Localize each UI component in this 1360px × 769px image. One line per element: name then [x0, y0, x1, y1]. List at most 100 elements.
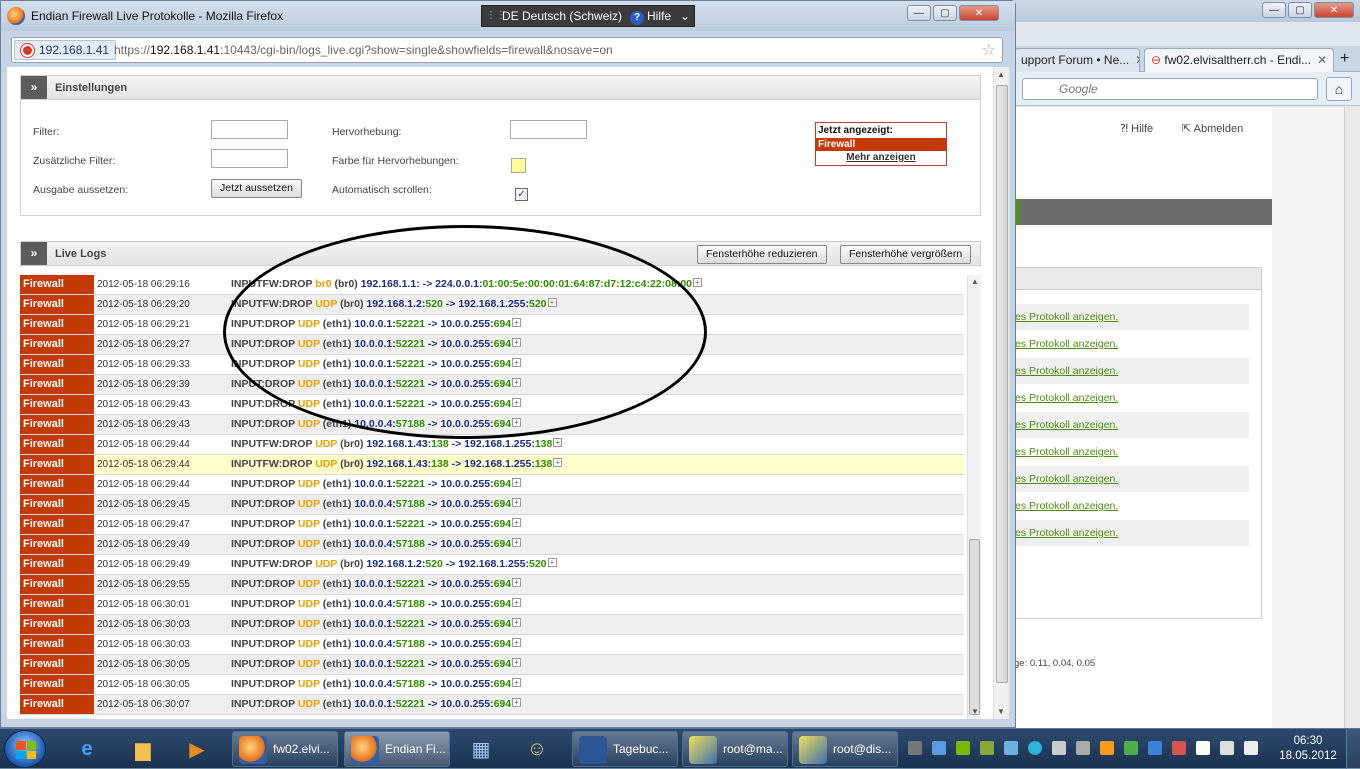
protocol-link[interactable]: es Protokoll anzeigen.	[1011, 520, 1249, 546]
tray-app-icon[interactable]	[1028, 741, 1042, 755]
clock[interactable]: 06:30 18.05.2012	[1275, 734, 1341, 764]
extra-filter-input[interactable]	[211, 149, 288, 168]
site-identity-button[interactable]: 192.168.1.41	[14, 40, 117, 60]
new-tab-icon[interactable]: +	[1340, 50, 1349, 68]
reduce-height-button[interactable]: Fensterhöhe reduzieren	[697, 245, 827, 264]
chevron-down-icon[interactable]: ⌄	[680, 9, 690, 23]
minimize-button[interactable]: —	[907, 5, 931, 21]
action-center-icon[interactable]	[1196, 741, 1210, 755]
scroll-down-icon[interactable]: ▼	[971, 707, 979, 716]
steam-icon[interactable]	[908, 741, 922, 755]
protocol-link[interactable]: es Protokoll anzeigen.	[1011, 304, 1249, 330]
maximize-button[interactable]: ▢	[1288, 2, 1312, 18]
expand-icon[interactable]: +	[547, 558, 557, 567]
background-scrollbar[interactable]	[1344, 107, 1360, 728]
protocol-link[interactable]: es Protokoll anzeigen.	[1011, 493, 1249, 519]
expand-icon[interactable]: +	[512, 638, 522, 647]
update-icon[interactable]	[1124, 741, 1138, 755]
expand-icon[interactable]: +	[693, 278, 702, 287]
scroll-up-icon[interactable]: ▲	[997, 70, 1005, 79]
expand-icon[interactable]: +	[547, 298, 557, 307]
page-scrollbar[interactable]: ▲ ▼	[993, 67, 1009, 719]
start-button[interactable]	[4, 730, 46, 768]
bluetooth-icon[interactable]	[1148, 741, 1162, 755]
protocol-link[interactable]: es Protokoll anzeigen.	[1011, 331, 1249, 357]
tray-app-icon[interactable]	[1052, 741, 1066, 755]
filter-input[interactable]	[211, 120, 288, 139]
expand-icon[interactable]: +	[512, 698, 522, 707]
language-help[interactable]: ? Hilfe	[630, 9, 671, 25]
network-icon[interactable]	[1220, 741, 1234, 755]
close-tab-icon[interactable]: ✕	[1317, 53, 1327, 67]
taskbar-button[interactable]: root@dis...	[792, 731, 898, 767]
expand-icon[interactable]: +	[512, 598, 522, 607]
expand-icon[interactable]: +	[512, 618, 522, 627]
minimize-button[interactable]: —	[1262, 2, 1286, 18]
tab-fw02[interactable]: ⊖ fw02.elvisaltherr.ch - Endi... ✕	[1144, 48, 1334, 72]
expand-icon[interactable]: +	[553, 458, 563, 467]
expand-icon[interactable]: +	[512, 358, 522, 367]
taskbar-button[interactable]: root@ma...	[682, 731, 788, 767]
protocol-link[interactable]: es Protokoll anzeigen.	[1011, 439, 1249, 465]
network-drive-icon[interactable]	[932, 741, 946, 755]
tab-support-forum[interactable]: upport Forum • Ne... ✕	[1014, 48, 1140, 72]
expand-icon[interactable]: +	[553, 438, 563, 447]
tray-app-icon[interactable]	[980, 741, 994, 755]
expand-icon[interactable]: +	[512, 378, 522, 387]
nvidia-icon[interactable]	[956, 741, 970, 755]
expand-icon[interactable]: +	[512, 418, 522, 427]
highlight-color-swatch[interactable]	[511, 158, 526, 173]
log-scroll-thumb[interactable]	[969, 539, 980, 715]
taskbar-button[interactable]: Tagebuc...	[572, 731, 678, 767]
log-scrollbar[interactable]: ▲ ▼	[967, 275, 981, 719]
tray-app-icon[interactable]	[1076, 741, 1090, 755]
close-button[interactable]: ✕	[1314, 2, 1354, 18]
explorer-folder-icon[interactable]: ▆	[118, 732, 168, 766]
url-text[interactable]: https://192.168.1.41:10443/cgi-bin/logs_…	[114, 43, 613, 57]
tray-app-icon[interactable]	[1100, 741, 1114, 755]
address-bar[interactable]: 192.168.1.41 https://192.168.1.41:10443/…	[11, 37, 1003, 63]
expand-icon[interactable]: +	[512, 678, 522, 687]
protocol-link[interactable]: es Protokoll anzeigen.	[1011, 466, 1249, 492]
show-desktop-button[interactable]	[1346, 729, 1360, 769]
expand-icon[interactable]: +	[512, 318, 522, 327]
expand-icon[interactable]: +	[512, 658, 522, 667]
close-tab-icon[interactable]: ✕	[1135, 53, 1139, 67]
pause-button[interactable]: Jetzt aussetzen	[211, 179, 302, 198]
language-bar[interactable]: ⋮⋮ DE Deutsch (Schweiz) ? Hilfe ⌄	[481, 5, 695, 27]
star-icon[interactable]: ☆	[982, 40, 996, 60]
close-button[interactable]: ✕	[959, 5, 999, 21]
expand-icon[interactable]: +	[512, 578, 522, 587]
expand-icon[interactable]: +	[512, 538, 522, 547]
taskbar-button[interactable]: fw02.elvi...	[232, 731, 338, 767]
tray-app-icon[interactable]	[1172, 741, 1186, 755]
internet-explorer-icon[interactable]: e	[62, 732, 112, 766]
logout-link[interactable]: ⇱ Abmelden	[1182, 122, 1243, 135]
shown-item-firewall[interactable]: Firewall	[816, 138, 946, 151]
home-icon[interactable]: ⌂	[1326, 77, 1352, 101]
expand-icon[interactable]: +	[512, 398, 522, 407]
collapse-toggle-icon[interactable]: »	[21, 76, 47, 99]
fallout-icon[interactable]: ☺	[512, 732, 562, 766]
more-link[interactable]: Mehr anzeigen	[816, 151, 946, 163]
expand-icon[interactable]: +	[512, 498, 522, 507]
scroll-down-icon[interactable]: ▼	[997, 707, 1005, 716]
control-panel-icon[interactable]: ▦	[456, 732, 506, 766]
highlight-input[interactable]	[510, 120, 587, 139]
scroll-up-icon[interactable]: ▲	[971, 277, 979, 286]
taskbar-button[interactable]: Endian Fi...	[344, 731, 450, 767]
page-scroll-thumb[interactable]	[996, 85, 1008, 683]
protocol-link[interactable]: es Protokoll anzeigen.	[1011, 358, 1249, 384]
expand-icon[interactable]: +	[512, 518, 522, 527]
tray-app-icon[interactable]	[1004, 741, 1018, 755]
protocol-link[interactable]: es Protokoll anzeigen.	[1011, 412, 1249, 438]
media-player-icon[interactable]: ▶	[172, 732, 222, 766]
collapse-toggle-icon[interactable]: »	[21, 242, 47, 265]
autoscroll-checkbox[interactable]: ✓	[515, 188, 528, 201]
protocol-link[interactable]: es Protokoll anzeigen.	[1011, 385, 1249, 411]
help-link[interactable]: ⁈ Hilfe	[1120, 122, 1153, 135]
expand-icon[interactable]: +	[512, 338, 522, 347]
maximize-button[interactable]: ▢	[933, 5, 957, 21]
expand-icon[interactable]: +	[512, 478, 522, 487]
search-input[interactable]: Google	[1022, 78, 1318, 100]
